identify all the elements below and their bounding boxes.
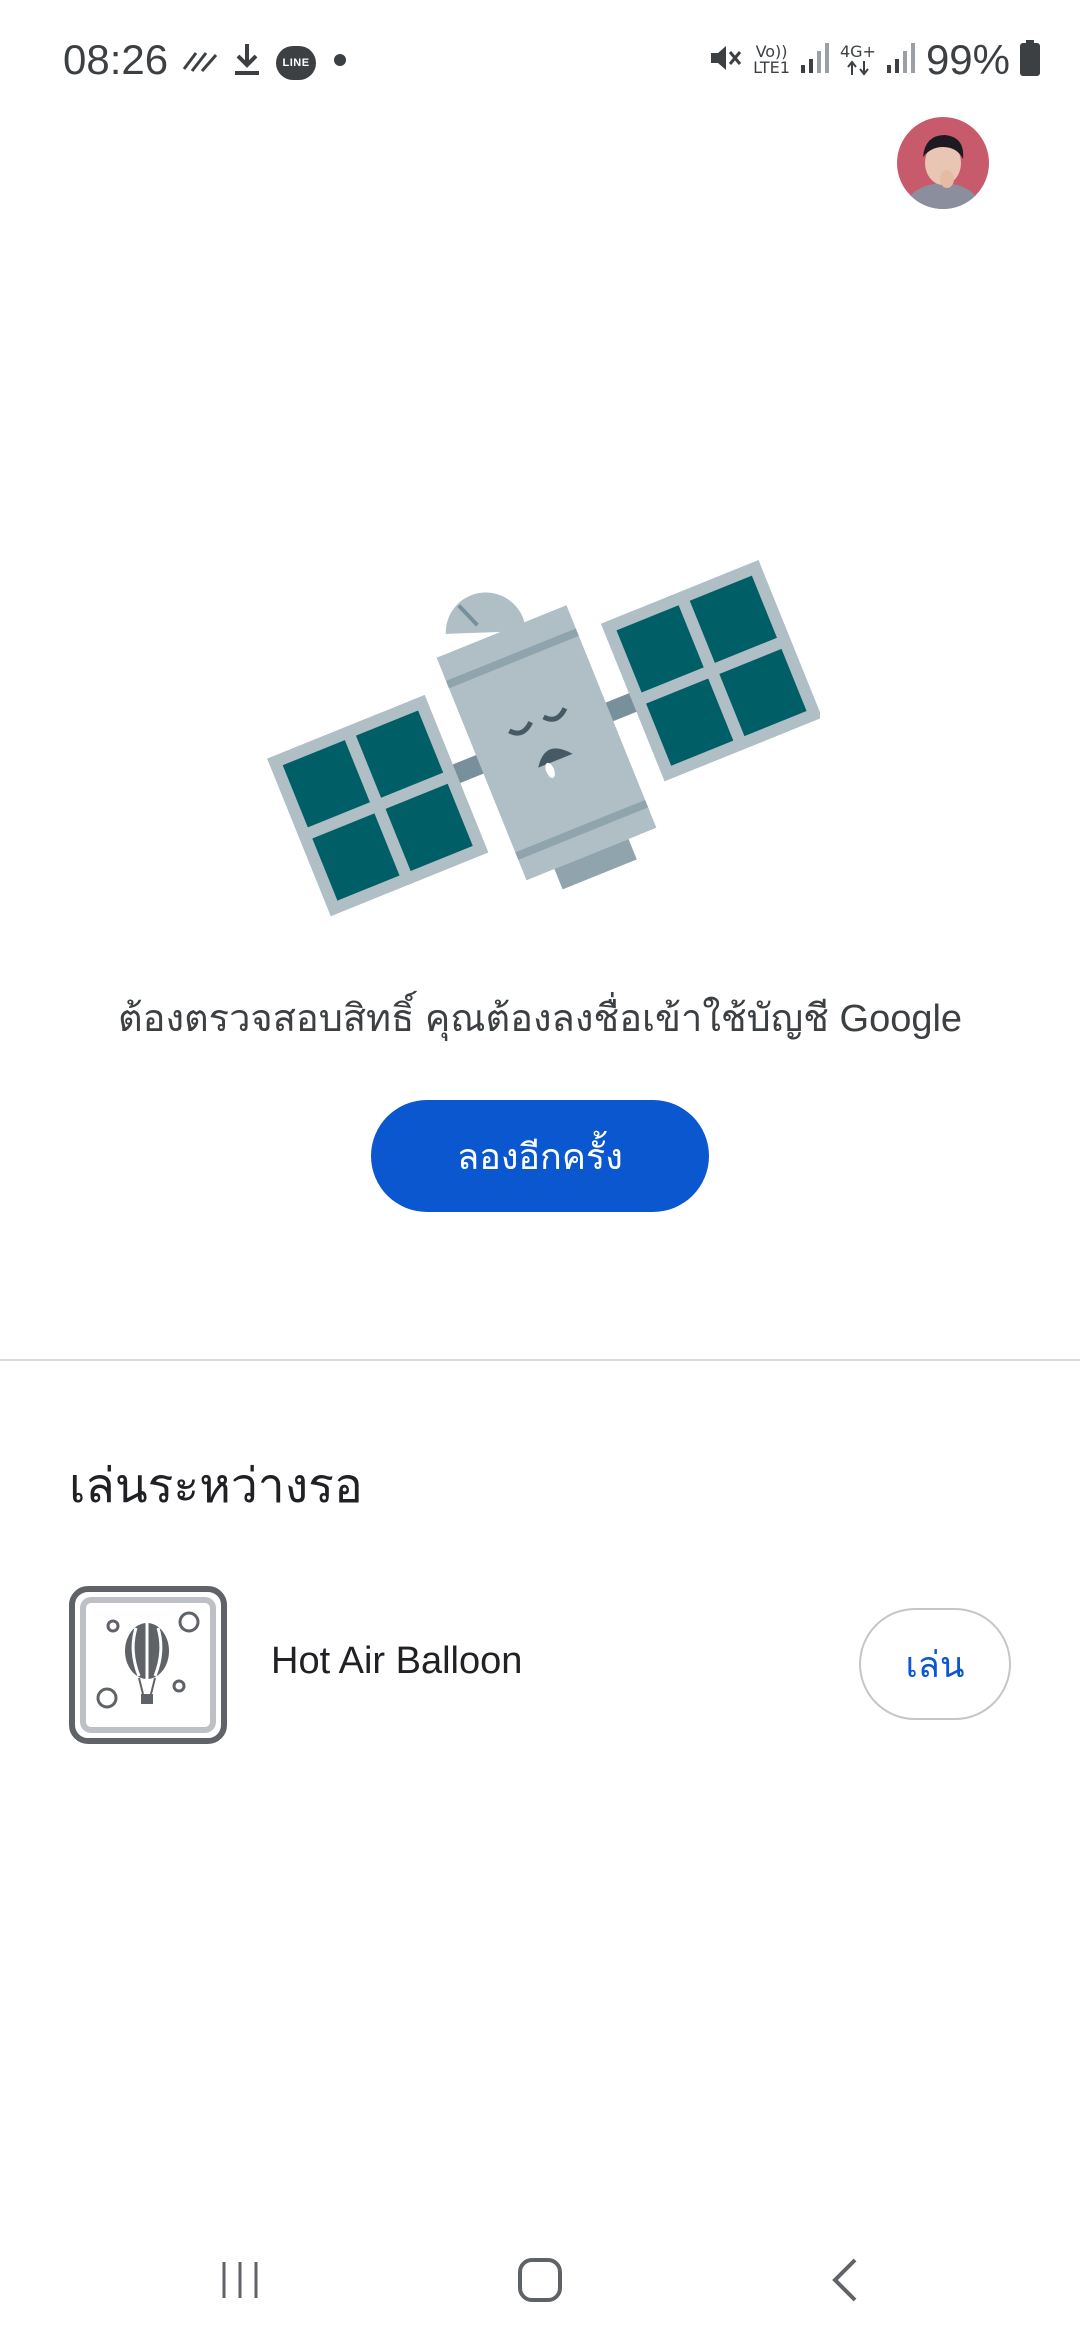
status-right-icons: Vo)) LTE1 4G+ 99% xyxy=(707,36,1040,84)
account-avatar[interactable] xyxy=(897,117,989,209)
sleeping-satellite-illustration xyxy=(260,540,823,940)
line-app-icon: LINE xyxy=(276,45,316,80)
play-while-waiting-title: เล่นระหว่างรอ xyxy=(69,1460,363,1513)
back-icon[interactable] xyxy=(785,2240,905,2320)
volte-label-bottom: LTE1 xyxy=(753,58,790,77)
mute-icon xyxy=(707,40,743,81)
auth-error-message: ต้องตรวจสอบสิทธิ์ คุณต้องลงชื่อเข้าใช้บั… xyxy=(117,998,963,1040)
dot-icon xyxy=(330,50,350,75)
battery-icon xyxy=(1020,39,1040,81)
battery-percent: 99% xyxy=(925,36,1010,83)
status-bar: 08:26 LINE Vo)) LTE1 4G+ 99% xyxy=(0,0,1080,120)
signal-wave-icon xyxy=(182,45,218,80)
status-time: 08:26 xyxy=(63,36,169,83)
retry-button[interactable]: ลองอีกครั้ง xyxy=(371,1100,709,1212)
home-icon[interactable] xyxy=(480,2240,600,2320)
hot-air-balloon-icon xyxy=(69,1586,227,1744)
network-label: 4G+ xyxy=(839,42,876,61)
game-row: Hot Air Balloon เล่น xyxy=(69,1586,1013,1744)
download-icon xyxy=(232,42,262,83)
navigation-bar xyxy=(0,2220,1080,2340)
play-button[interactable]: เล่น xyxy=(859,1608,1011,1720)
game-name: Hot Air Balloon xyxy=(271,1640,523,1682)
status-left-icons: LINE xyxy=(182,42,350,83)
section-divider xyxy=(0,1359,1080,1361)
volte-icon: Vo)) LTE1 xyxy=(753,44,790,76)
4g-icon: 4G+ xyxy=(840,44,876,76)
recent-apps-icon[interactable] xyxy=(180,2240,300,2320)
signal-icon xyxy=(800,41,830,80)
signal-icon xyxy=(886,41,916,80)
